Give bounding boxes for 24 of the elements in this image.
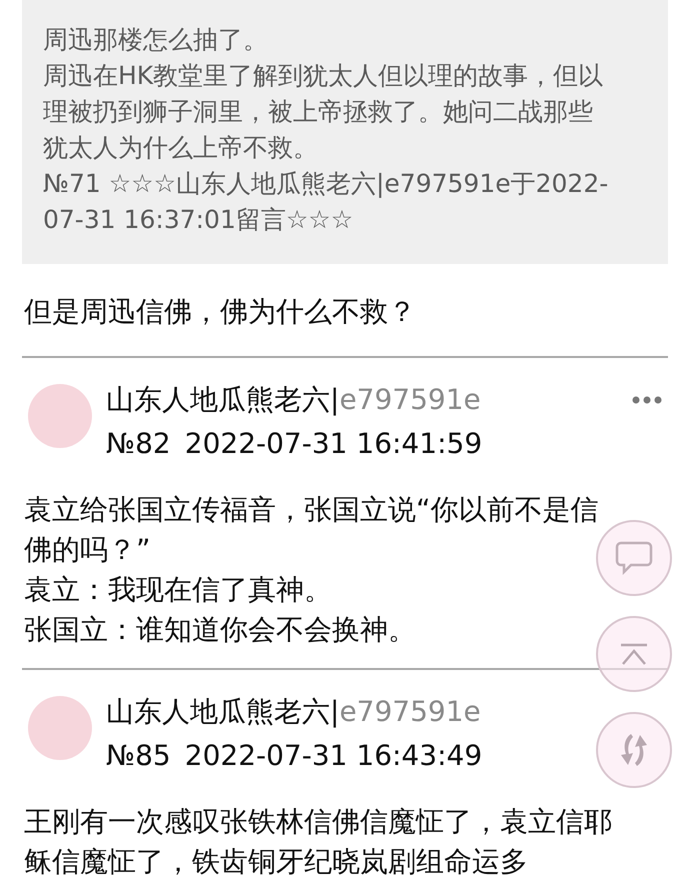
- post-time: 2022-07-31 16:43:49: [184, 739, 482, 772]
- more-icon[interactable]: [632, 396, 662, 404]
- post-number: №85: [106, 739, 171, 772]
- quote-text: 理被扔到狮子洞里，被上帝拯救了。她问二战那些: [43, 96, 593, 128]
- post-text: 袁立给张国立传福音，张国立说“你以前不是信: [24, 492, 599, 528]
- quote-text: 07-31 16:37:01留言☆☆☆: [43, 204, 354, 236]
- reply-text: 但是周迅信佛，佛为什么不救？: [23, 294, 417, 330]
- post-text: 张国立：谁知道你会不会换神。: [24, 612, 416, 648]
- post-text: 佛的吗？”: [24, 532, 151, 568]
- post-number: №82: [106, 427, 171, 460]
- post-time: 2022-07-31 16:41:59: [184, 427, 482, 460]
- quote-text: 周迅在HK教堂里了解到犹太人但以理的故事，但以: [43, 60, 604, 92]
- quote-text: 周迅那楼怎么抽了。: [43, 24, 268, 56]
- post-text: 稣信魔怔了，铁齿铜牙纪晓岚剧组命运多: [24, 844, 528, 880]
- post-text: 袁立：我现在信了真神。: [24, 572, 332, 608]
- author-name: 山东人地瓜熊老六|: [106, 695, 340, 728]
- user-id: e797591e: [339, 383, 481, 416]
- user-id: e797591e: [339, 695, 481, 728]
- quote-text: 犹太人为什么上帝不救。: [43, 132, 318, 164]
- chat-bubble-icon: [615, 540, 653, 576]
- quote-text: №71 ☆☆☆山东人地瓜熊老六|e797591e于2022-: [43, 168, 608, 200]
- back-to-top-icon: [618, 642, 650, 666]
- author-name: 山东人地瓜熊老六|: [106, 383, 340, 416]
- post-text: 王刚有一次感叹张铁林信佛信魔怔了，袁立信耶: [24, 804, 612, 840]
